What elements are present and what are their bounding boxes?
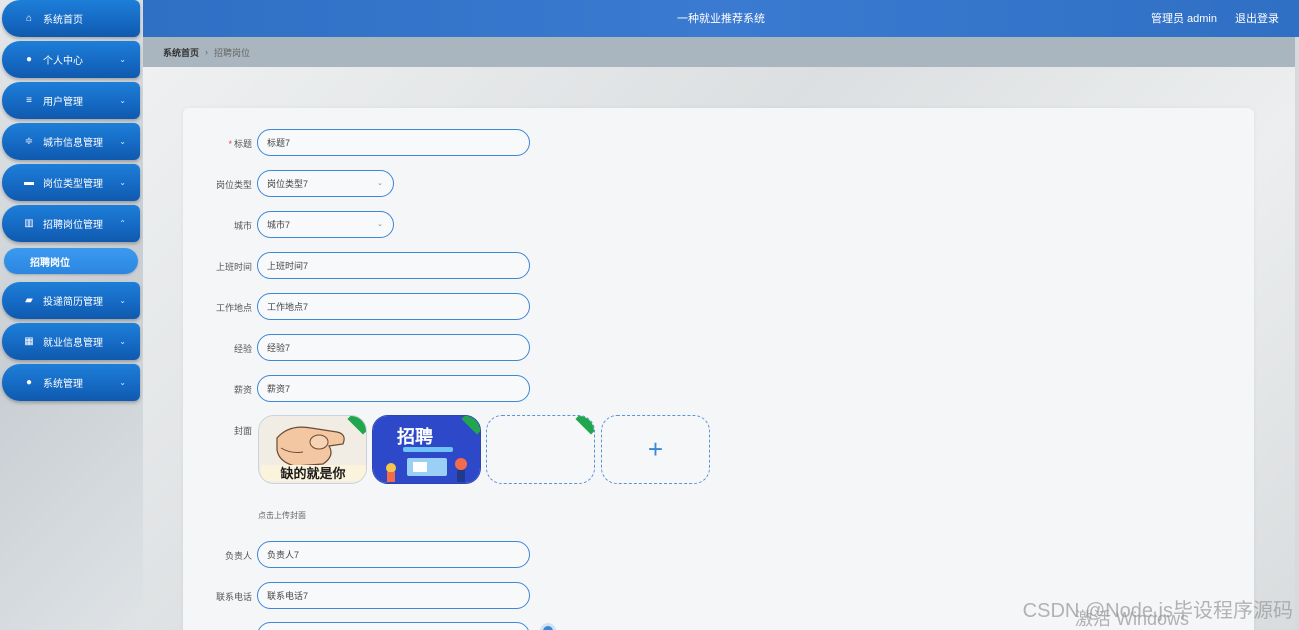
cover-image-1[interactable]: 缺的就是你 <box>258 415 367 484</box>
hand-icon: ▰ <box>25 295 33 306</box>
city-select-value: 城市7 <box>267 220 291 230</box>
sidebar-item-job-type-management[interactable]: ▬ 岗位类型管理 ⌄ <box>2 164 140 201</box>
work-time-input[interactable]: 上班时间7 <box>257 252 530 279</box>
chevron-down-icon: ⌄ <box>119 178 126 187</box>
title-label: * 标题 <box>182 137 252 150</box>
breadcrumb-separator-icon: › <box>205 47 209 57</box>
sidebar-item-personal-center[interactable]: ● 个人中心 ⌄ <box>2 41 140 78</box>
cover-image-2-text: 招聘 <box>397 426 433 448</box>
sidebar-item-label: 个人中心 <box>43 56 83 67</box>
location-input-value: 工作地点7 <box>267 302 309 312</box>
briefcase-icon: ▬ <box>24 177 34 188</box>
sidebar-item-employment-management[interactable]: ▦ 就业信息管理 ⌄ <box>2 323 140 360</box>
location-label: 工作地点 <box>215 303 252 313</box>
breadcrumb: 系统首页 › 招聘岗位 <box>143 37 1295 67</box>
current-user: 管理员 admin <box>1150 13 1217 25</box>
sidebar-item-label: 投递简历管理 <box>43 297 103 308</box>
manager-label: 负责人 <box>224 551 252 561</box>
grid-icon: ▦ <box>24 336 34 347</box>
work-time-input-value: 上班时间7 <box>267 261 309 271</box>
manager-input[interactable]: 负责人7 <box>257 541 530 568</box>
experience-label: 经验 <box>233 344 252 354</box>
chevron-down-icon: ⌄ <box>119 378 126 387</box>
sidebar-item-user-management[interactable]: ≡ 用户管理 ⌄ <box>2 82 140 119</box>
work-time-label: 上班时间 <box>215 262 252 272</box>
job-type-select-value: 岗位类型7 <box>267 179 309 189</box>
chevron-down-icon: ⌄ <box>119 55 126 64</box>
logout-link[interactable]: 退出登录 <box>1235 10 1279 26</box>
recruitment-poster-image: 招聘 <box>373 416 480 483</box>
sidebar-item-label: 就业信息管理 <box>43 338 103 349</box>
sidebar-item-recruitment-management[interactable]: ▥ 招聘岗位管理 ⌃ <box>2 205 140 242</box>
chevron-down-icon: ⌄ <box>119 137 126 146</box>
experience-input[interactable]: 经验7 <box>257 334 530 361</box>
salary-input-value: 薪资7 <box>267 384 291 394</box>
sidebar-item-system-management[interactable]: ● 系统管理 ⌄ <box>2 364 140 401</box>
sidebar-item-resume-management[interactable]: ▰ 投递简历管理 ⌄ <box>2 282 140 319</box>
location-input[interactable]: 工作地点7 <box>257 293 530 320</box>
title-input-value: 标题7 <box>267 138 291 148</box>
app-title: 一种就业推荐系统 <box>677 13 765 25</box>
sidebar-item-label: 招聘岗位管理 <box>43 220 103 231</box>
cover-image-3[interactable] <box>486 415 595 484</box>
phone-label: 联系电话 <box>215 592 252 602</box>
next-field-input[interactable] <box>257 622 530 630</box>
user-icon: ● <box>25 377 33 388</box>
phone-input-value: 联系电话7 <box>267 591 309 601</box>
city-label: 城市 <box>233 221 252 231</box>
cover-upload-button[interactable]: + <box>601 415 710 484</box>
cover-image-1-text: 缺的就是你 <box>279 466 345 482</box>
manager-input-value: 负责人7 <box>267 550 300 560</box>
plus-icon: + <box>647 434 664 464</box>
person-icon: ● <box>25 54 33 65</box>
sidebar-item-home[interactable]: ⌂ 系统首页 <box>2 0 140 37</box>
job-type-select[interactable]: 岗位类型7 ⌄ <box>257 170 394 197</box>
list-icon: ≡ <box>26 95 32 106</box>
cover-image-2[interactable]: 招聘 <box>372 415 481 484</box>
sliders-icon: ≑ <box>24 136 34 147</box>
chevron-down-icon: ⌄ <box>119 96 126 105</box>
sidebar-item-label: 岗位类型管理 <box>43 179 103 190</box>
sidebar-item-label: 用户管理 <box>43 97 83 108</box>
city-select[interactable]: 城市7 ⌄ <box>257 211 394 238</box>
chevron-down-icon: ⌄ <box>119 296 126 305</box>
chevron-down-icon: ⌄ <box>119 337 126 346</box>
sidebar-item-label: 系统首页 <box>43 15 83 26</box>
chevron-up-icon: ⌃ <box>119 219 126 228</box>
chevron-down-icon: ⌄ <box>377 221 383 228</box>
sidebar-item-city-management[interactable]: ≑ 城市信息管理 ⌄ <box>2 123 140 160</box>
phone-input[interactable]: 联系电话7 <box>257 582 530 609</box>
experience-input-value: 经验7 <box>267 343 291 353</box>
breadcrumb-home[interactable]: 系统首页 <box>163 46 199 59</box>
upload-success-mark <box>575 416 594 435</box>
sidebar: ⌂ 系统首页 ● 个人中心 ⌄ ≡ 用户管理 ⌄ ≑ 城市信息管理 ⌄ ▬ 岗位… <box>0 0 143 630</box>
top-header: 一种就业推荐系统 管理员 admin 退出登录 <box>143 0 1299 37</box>
sidebar-item-label: 系统管理 <box>43 379 83 390</box>
sidebar-item-label: 城市信息管理 <box>43 138 103 149</box>
sidebar-subitem-recruitment-jobs[interactable]: 招聘岗位 <box>4 248 138 274</box>
salary-input[interactable]: 薪资7 <box>257 375 530 402</box>
cover-upload-hint: 点击上传封面 <box>258 511 306 520</box>
chart-icon: ▥ <box>24 218 34 229</box>
title-input[interactable]: 标题7 <box>257 129 530 156</box>
salary-label: 薪资 <box>233 385 252 395</box>
required-mark: * <box>228 139 232 149</box>
csdn-watermark: CSDN @Node.js毕设程序源码 <box>1022 600 1293 622</box>
breadcrumb-current: 招聘岗位 <box>214 47 251 58</box>
home-icon: ⌂ <box>25 13 33 24</box>
job-type-label: 岗位类型 <box>215 180 252 190</box>
title-label-text: 标题 <box>233 139 252 149</box>
chevron-down-icon: ⌄ <box>377 180 383 187</box>
cover-label: 封面 <box>233 426 252 436</box>
pointing-hand-image: 缺的就是你 <box>259 416 366 483</box>
